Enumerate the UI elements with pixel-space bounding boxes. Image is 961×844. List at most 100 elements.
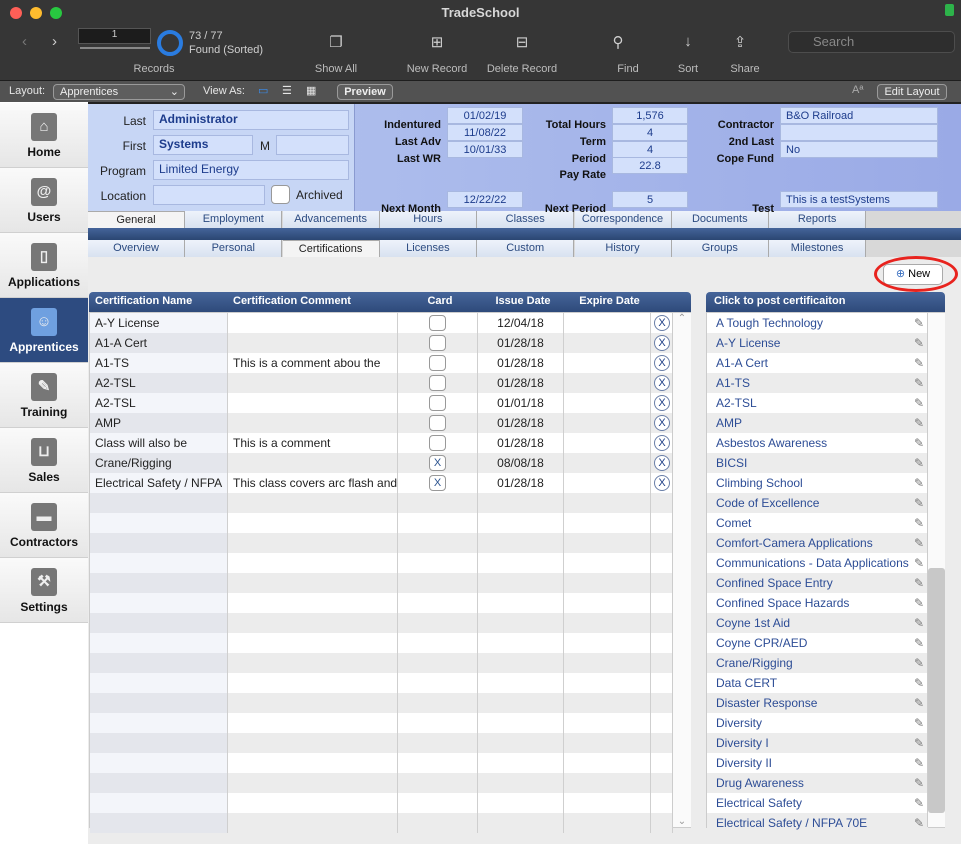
pencil-icon[interactable]: ✎ <box>914 513 924 533</box>
pencil-icon[interactable]: ✎ <box>914 793 924 813</box>
post-list-item[interactable]: A1-A Cert ✎ <box>707 353 928 373</box>
post-list-item[interactable]: Coyne CPR/AED ✎ <box>707 633 928 653</box>
post-list-item[interactable]: Drug Awareness ✎ <box>707 773 928 793</box>
first-name-field[interactable]: Systems <box>153 135 253 155</box>
card-checkbox[interactable] <box>429 415 446 431</box>
layout-select[interactable]: Apprentices ⌄ <box>53 84 185 100</box>
share-button[interactable]: Share <box>715 63 775 75</box>
issue-date[interactable]: 01/28/18 <box>497 436 544 450</box>
post-list-item[interactable]: Electrical Safety ✎ <box>707 793 928 813</box>
delete-row-button[interactable]: X <box>654 395 670 411</box>
card-checkbox[interactable] <box>429 395 446 411</box>
issue-date[interactable]: 01/01/18 <box>497 396 544 410</box>
certification-comment[interactable]: This is a comment <box>233 436 330 450</box>
certification-name[interactable]: A1-TS <box>95 356 129 370</box>
card-checkbox[interactable] <box>429 335 446 351</box>
card-checkbox[interactable] <box>429 315 446 331</box>
sort-button[interactable]: Sort <box>658 63 718 75</box>
card-checkbox[interactable]: X <box>429 455 446 471</box>
list-view-icon[interactable]: ☰ <box>282 84 292 97</box>
tab-reports[interactable]: Reports <box>769 211 867 228</box>
pencil-icon[interactable]: ✎ <box>914 633 924 653</box>
scroll-up-icon[interactable]: ⌃ <box>673 313 691 324</box>
post-list-item[interactable]: A-Y License ✎ <box>707 333 928 353</box>
tab-licenses[interactable]: Licenses <box>379 240 477 257</box>
post-list-item[interactable]: Confined Space Hazards ✎ <box>707 593 928 613</box>
new-record-button[interactable]: New Record <box>397 63 477 75</box>
pencil-icon[interactable]: ✎ <box>914 373 924 393</box>
certification-name[interactable]: A1-A Cert <box>95 336 147 350</box>
pencil-icon[interactable]: ✎ <box>914 553 924 573</box>
tab-history[interactable]: History <box>574 240 672 257</box>
post-list-item[interactable]: Electrical Safety / NFPA 70E ✎ <box>707 813 928 833</box>
post-list-item[interactable]: Comet ✎ <box>707 513 928 533</box>
show-all-icon[interactable]: ❐ <box>326 33 346 51</box>
form-view-icon[interactable]: ▭ <box>258 84 268 97</box>
pencil-icon[interactable]: ✎ <box>914 573 924 593</box>
post-list-item[interactable]: A Tough Technology ✎ <box>707 313 928 333</box>
tab-overview[interactable]: Overview <box>88 240 185 257</box>
post-list-item[interactable]: Data CERT ✎ <box>707 673 928 693</box>
pencil-icon[interactable]: ✎ <box>914 673 924 693</box>
pencil-icon[interactable]: ✎ <box>914 713 924 733</box>
issue-date[interactable]: 01/28/18 <box>497 336 544 350</box>
scroll-down-icon[interactable]: ⌄ <box>673 816 691 827</box>
tab-custom[interactable]: Custom <box>477 240 575 257</box>
card-checkbox[interactable] <box>429 375 446 391</box>
card-checkbox[interactable] <box>429 435 446 451</box>
post-list-item[interactable]: A2-TSL ✎ <box>707 393 928 413</box>
field-contractor[interactable]: B&O Railroad <box>780 107 938 124</box>
certification-name[interactable]: A-Y License <box>95 316 159 330</box>
sidebar-item-training[interactable]: ✎ Training <box>0 363 88 428</box>
certification-comment[interactable]: This is a comment abou the <box>233 356 380 370</box>
sidebar-item-settings[interactable]: ⚒ Settings <box>0 558 88 623</box>
list-scrollbar[interactable] <box>927 313 945 827</box>
tab-groups[interactable]: Groups <box>671 240 769 257</box>
post-list-item[interactable]: Code of Excellence ✎ <box>707 493 928 513</box>
prev-record-icon[interactable]: ‹ <box>22 33 27 50</box>
location-field[interactable] <box>153 185 265 205</box>
preview-button[interactable]: Preview <box>337 84 393 100</box>
certification-name[interactable]: Electrical Safety / NFPA <box>95 476 222 490</box>
show-all-button[interactable]: Show All <box>306 63 366 75</box>
issue-date[interactable]: 08/08/18 <box>497 456 544 470</box>
post-list-item[interactable]: Crane/Rigging ✎ <box>707 653 928 673</box>
pencil-icon[interactable]: ✎ <box>914 773 924 793</box>
post-list-item[interactable]: Diversity I ✎ <box>707 733 928 753</box>
delete-row-button[interactable]: X <box>654 435 670 451</box>
pencil-icon[interactable]: ✎ <box>914 473 924 493</box>
delete-row-button[interactable]: X <box>654 355 670 371</box>
sort-icon[interactable]: ↓ <box>678 33 698 50</box>
pencil-icon[interactable]: ✎ <box>914 693 924 713</box>
delete-row-button[interactable]: X <box>654 335 670 351</box>
scroll-thumb[interactable] <box>928 568 945 813</box>
pencil-icon[interactable]: ✎ <box>914 593 924 613</box>
tab-general[interactable]: General <box>88 211 185 228</box>
post-list-item[interactable]: AMP ✎ <box>707 413 928 433</box>
tab-employment[interactable]: Employment <box>185 211 283 228</box>
table-view-icon[interactable]: ▦ <box>306 84 316 97</box>
post-list-item[interactable]: Climbing School ✎ <box>707 473 928 493</box>
next-record-icon[interactable]: › <box>52 33 57 50</box>
post-list-item[interactable]: Diversity II ✎ <box>707 753 928 773</box>
program-field[interactable]: Limited Energy <box>153 160 349 180</box>
certification-name[interactable]: Class will also be <box>95 436 187 450</box>
certification-name[interactable]: Crane/Rigging <box>95 456 172 470</box>
pencil-icon[interactable]: ✎ <box>914 393 924 413</box>
delete-row-button[interactable]: X <box>654 375 670 391</box>
delete-row-button[interactable]: X <box>654 455 670 471</box>
post-list-item[interactable]: Asbestos Awareness ✎ <box>707 433 928 453</box>
card-checkbox[interactable]: X <box>429 475 446 491</box>
certification-name[interactable]: A2-TSL <box>95 396 136 410</box>
sidebar-item-users[interactable]: @ Users <box>0 168 88 233</box>
certification-name[interactable]: A2-TSL <box>95 376 136 390</box>
find-icon[interactable]: ⚲ <box>608 33 628 51</box>
delete-row-button[interactable]: X <box>654 315 670 331</box>
field-cope-fund[interactable]: No <box>780 141 938 158</box>
issue-date[interactable]: 01/28/18 <box>497 416 544 430</box>
sidebar-item-contractors[interactable]: ▬ Contractors <box>0 493 88 558</box>
post-list-item[interactable]: Coyne 1st Aid ✎ <box>707 613 928 633</box>
certification-comment[interactable]: This class covers arc flash and <box>233 476 397 490</box>
sidebar-item-sales[interactable]: ⊔ Sales <box>0 428 88 493</box>
card-checkbox[interactable] <box>429 355 446 371</box>
